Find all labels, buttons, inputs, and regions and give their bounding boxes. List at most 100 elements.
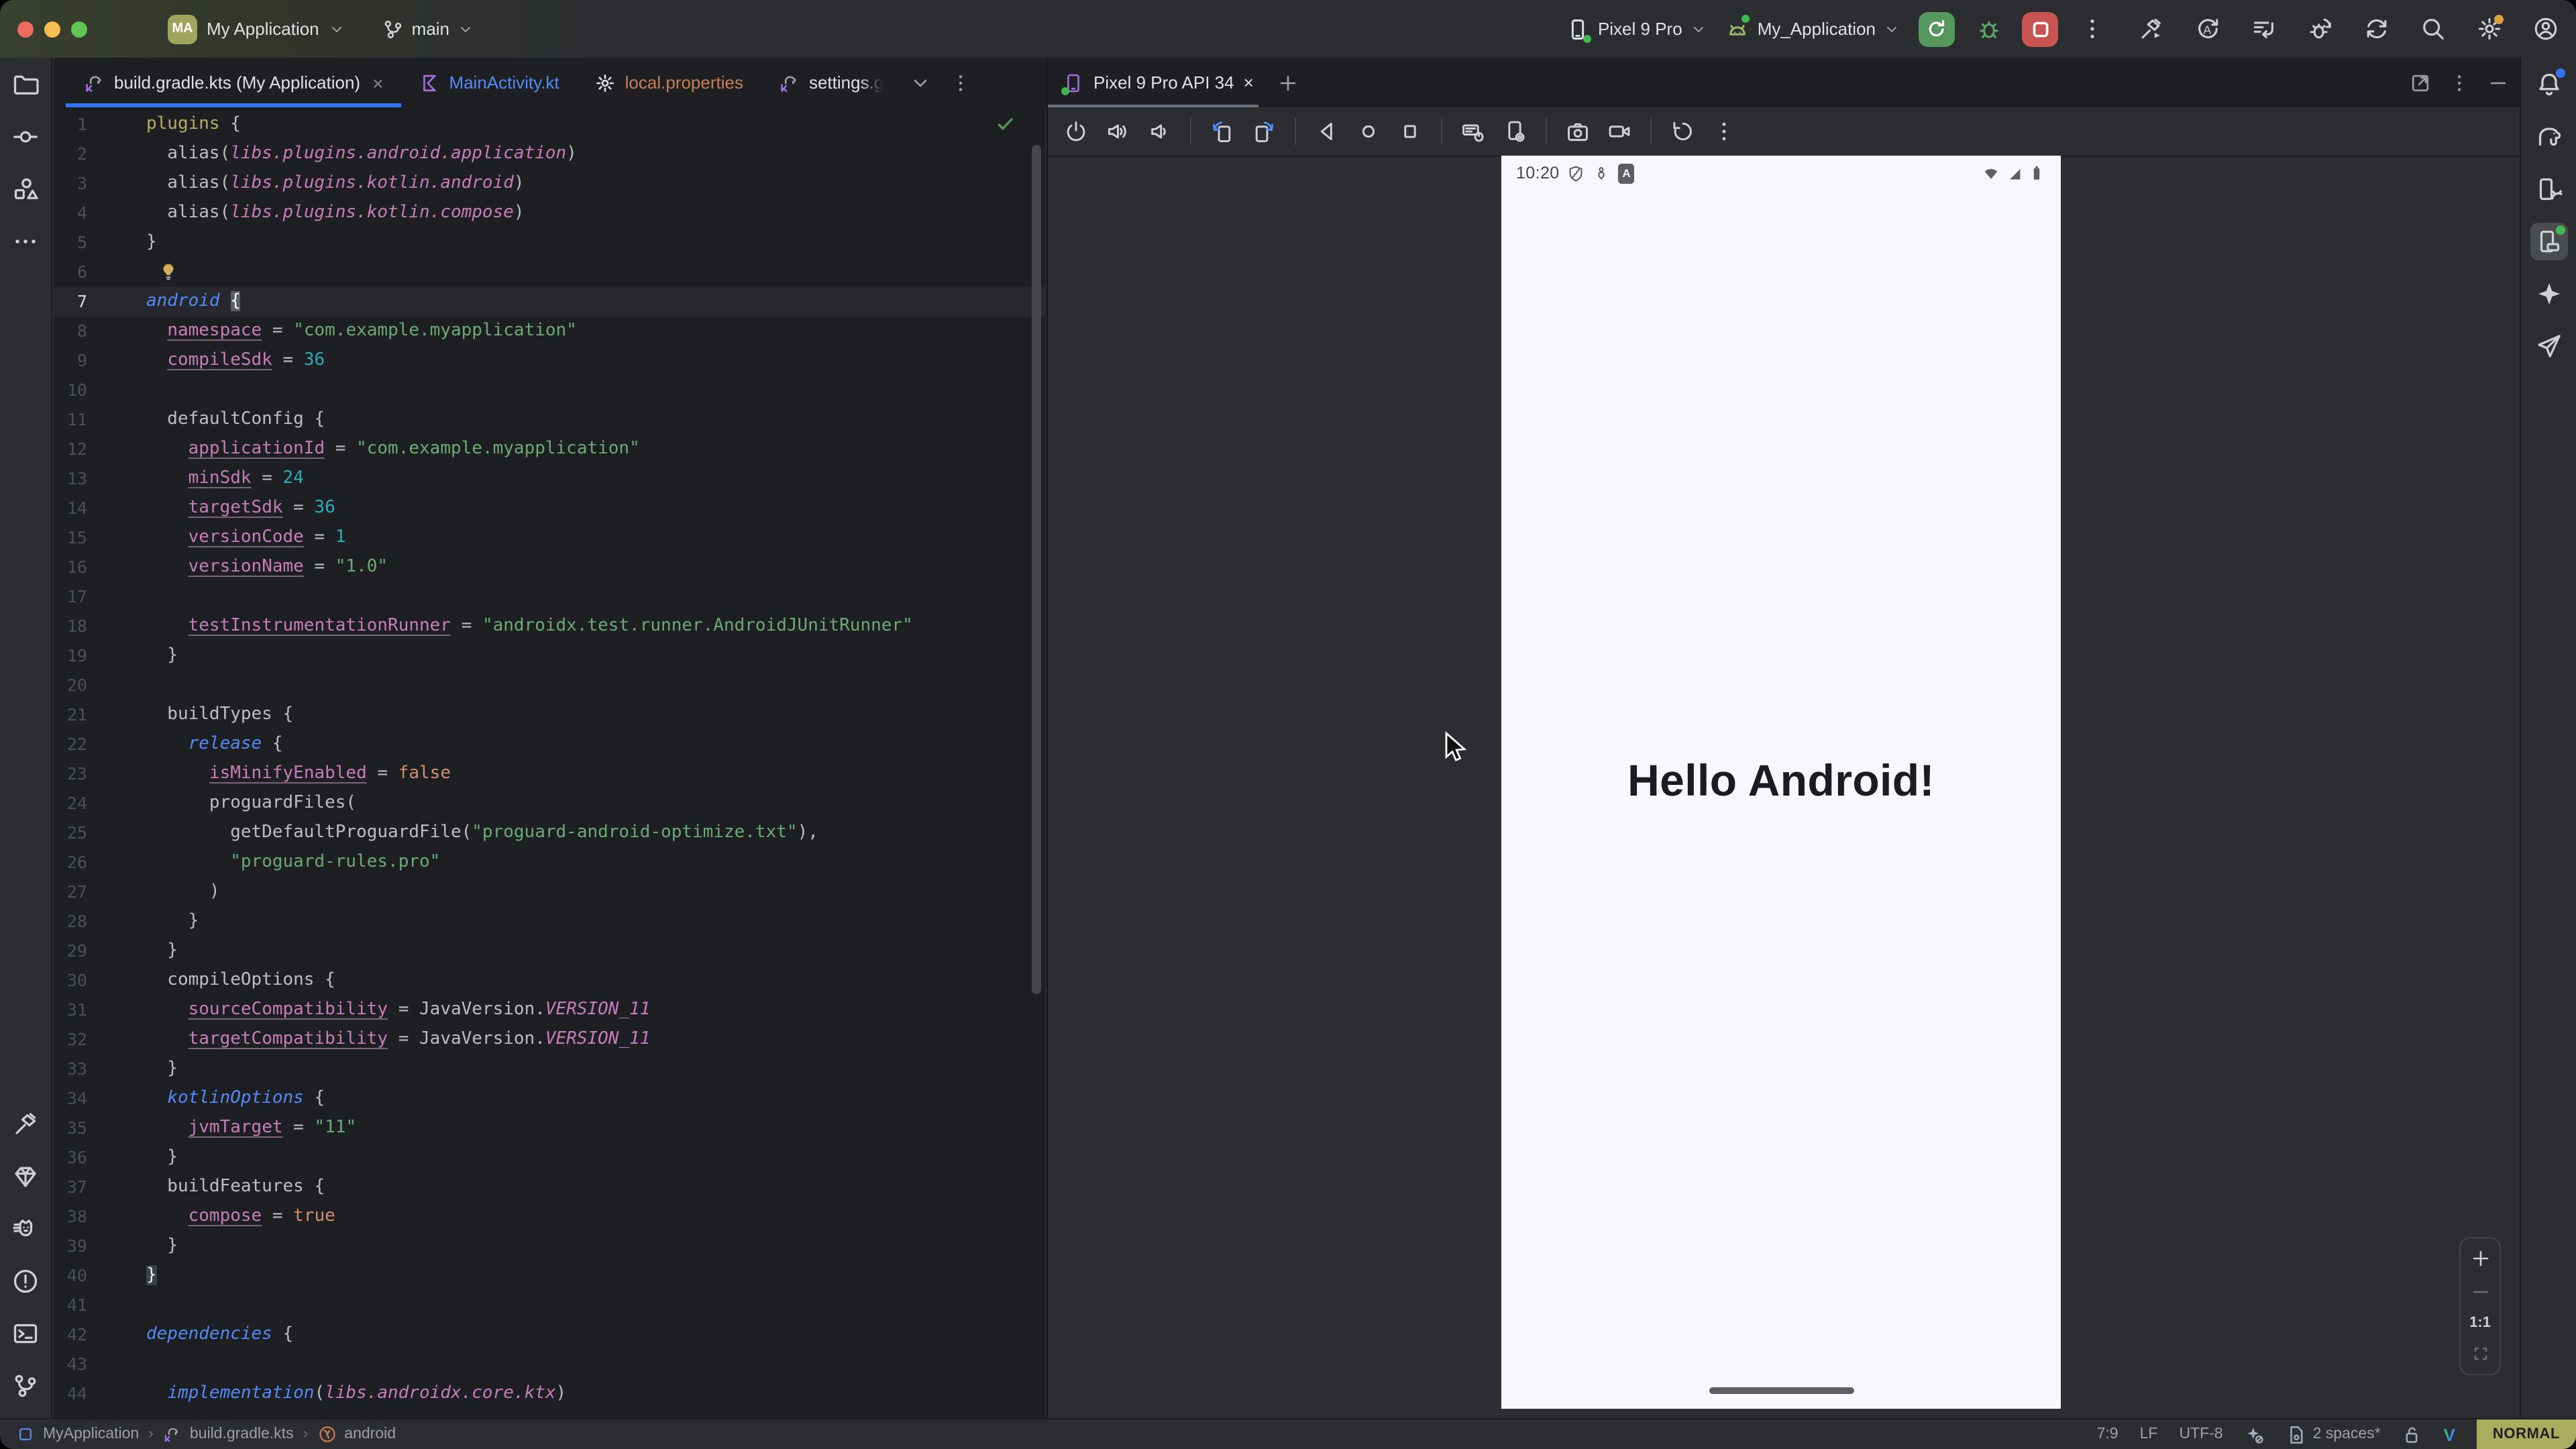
hidden-tabs-icon[interactable] <box>909 72 930 93</box>
code-line[interactable]: 29 } <box>54 936 1045 966</box>
line-number[interactable]: 35 <box>54 1114 146 1143</box>
panel-options-icon[interactable] <box>2449 72 2470 93</box>
ideavim-icon[interactable]: V <box>2444 1424 2455 1444</box>
code-line[interactable]: 26 "proguard-rules.pro" <box>54 848 1045 877</box>
problems-tool-button[interactable] <box>7 1263 44 1300</box>
code-line[interactable]: 3 alias(libs.plugins.kotlin.android) <box>54 169 1045 199</box>
code-line[interactable]: 43 <box>54 1350 1045 1379</box>
code-line[interactable]: 37 buildFeatures { <box>54 1173 1045 1202</box>
line-number[interactable]: 41 <box>54 1291 146 1320</box>
line-number[interactable]: 5 <box>54 228 146 258</box>
plane-tool-button[interactable] <box>2530 327 2567 365</box>
line-number[interactable]: 19 <box>54 641 146 671</box>
line-number[interactable]: 23 <box>54 759 146 789</box>
line-number[interactable]: 15 <box>54 523 146 553</box>
line-number[interactable]: 16 <box>54 553 146 582</box>
code-line[interactable]: 4 alias(libs.plugins.kotlin.compose) <box>54 199 1045 228</box>
open-in-window-icon[interactable] <box>2410 72 2431 93</box>
apply-code-changes-button[interactable] <box>2249 14 2278 44</box>
editor-tab-2[interactable]: MainActivity.kt <box>400 58 576 107</box>
breadcrumb-item[interactable]: android <box>317 1425 396 1444</box>
build-tool-button[interactable] <box>7 1106 44 1143</box>
line-number[interactable]: 2 <box>54 140 146 169</box>
line-number[interactable]: 27 <box>54 877 146 907</box>
line-number[interactable]: 11 <box>54 405 146 435</box>
power-button[interactable] <box>1059 114 1093 149</box>
code-line[interactable]: 35 jvmTarget = "11" <box>54 1114 1045 1143</box>
code-line[interactable]: 17 <box>54 582 1045 612</box>
line-separator[interactable]: LF <box>2140 1426 2158 1442</box>
line-number[interactable]: 32 <box>54 1025 146 1055</box>
line-number[interactable]: 31 <box>54 996 146 1025</box>
intention-bulb-icon[interactable] <box>158 262 178 282</box>
vim-mode-badge[interactable]: NORMAL <box>2477 1419 2576 1449</box>
code-line[interactable]: 23 isMinifyEnabled = false <box>54 759 1045 789</box>
line-number[interactable]: 20 <box>54 671 146 700</box>
line-number[interactable]: 36 <box>54 1143 146 1173</box>
code-line[interactable]: 16 versionName = "1.0" <box>54 553 1045 582</box>
vcs-branch-widget[interactable]: main <box>382 18 474 40</box>
navigation-handle[interactable] <box>1709 1387 1854 1394</box>
code-line[interactable]: 12 applicationId = "com.example.myapplic… <box>54 435 1045 464</box>
code-line[interactable]: 39 } <box>54 1232 1045 1261</box>
build-button[interactable] <box>2136 14 2165 44</box>
line-number[interactable]: 4 <box>54 199 146 228</box>
screenshot-button[interactable] <box>1560 114 1595 149</box>
device-manager-button[interactable] <box>2530 170 2567 208</box>
resource-manager-tool-button[interactable] <box>7 170 44 208</box>
code-line[interactable]: 7android { <box>54 287 1045 317</box>
code-line[interactable]: 36 } <box>54 1143 1045 1173</box>
ai-assistant-status[interactable] <box>2245 1424 2265 1444</box>
line-number[interactable]: 44 <box>54 1379 146 1409</box>
rotate-left-button[interactable] <box>1205 114 1240 149</box>
logcat-tool-button[interactable] <box>7 1210 44 1248</box>
line-number[interactable]: 3 <box>54 169 146 199</box>
code-line[interactable]: 18 testInstrumentationRunner = "androidx… <box>54 612 1045 641</box>
code-line[interactable]: 9 compileSdk = 36 <box>54 346 1045 376</box>
add-device-tab-button[interactable] <box>1278 72 1299 93</box>
line-number[interactable]: 18 <box>54 612 146 641</box>
code-line[interactable]: 20 <box>54 671 1045 700</box>
line-number[interactable]: 21 <box>54 700 146 730</box>
editor-scrollbar[interactable] <box>1032 145 1041 994</box>
run-configuration-selector[interactable]: My_Application <box>1725 17 1900 41</box>
readonly-toggle[interactable] <box>2402 1424 2422 1444</box>
rerun-button[interactable] <box>1919 11 1955 46</box>
device-screen[interactable]: 10:20 A Hello Android! <box>1501 156 2061 1409</box>
indent-style[interactable]: 2 spaces* <box>2286 1424 2381 1444</box>
code-line[interactable]: 33 } <box>54 1055 1045 1084</box>
zoom-1-1-button[interactable]: 1:1 <box>2469 1315 2491 1331</box>
editor-tab-1[interactable]: build.gradle.kts (My Application)× <box>66 58 400 107</box>
version-control-tool-button[interactable] <box>7 1367 44 1405</box>
code-line[interactable]: 32 targetCompatibility = JavaVersion.VER… <box>54 1025 1045 1055</box>
line-number[interactable]: 40 <box>54 1261 146 1291</box>
line-number[interactable]: 26 <box>54 848 146 877</box>
project-widget[interactable]: MA My Application <box>168 14 345 44</box>
stop-button[interactable] <box>2022 11 2058 46</box>
breadcrumb-item[interactable]: MyApplication <box>16 1425 139 1444</box>
code-line[interactable]: 19 } <box>54 641 1045 671</box>
line-number[interactable]: 14 <box>54 494 146 523</box>
maximize-window-button[interactable] <box>71 21 87 37</box>
code-line[interactable]: 31 sourceCompatibility = JavaVersion.VER… <box>54 996 1045 1025</box>
line-number[interactable]: 17 <box>54 582 146 612</box>
line-number[interactable]: 13 <box>54 464 146 494</box>
code-line[interactable]: 10 <box>54 376 1045 405</box>
debug-button[interactable] <box>1974 14 2003 44</box>
running-devices-button[interactable] <box>2530 223 2567 260</box>
close-tab-icon[interactable]: × <box>372 72 383 93</box>
zoom-out-button[interactable] <box>2469 1281 2491 1303</box>
code-line[interactable]: 15 versionCode = 1 <box>54 523 1045 553</box>
line-number[interactable]: 29 <box>54 936 146 966</box>
account-button[interactable] <box>2530 14 2560 44</box>
attach-debugger-button[interactable] <box>2305 14 2334 44</box>
device-selector[interactable]: Pixel 9 Pro <box>1566 17 1707 41</box>
line-number[interactable]: 7 <box>54 287 146 317</box>
device-tab[interactable]: Pixel 9 Pro API 34 × <box>1063 58 1259 107</box>
search-everywhere-button[interactable] <box>2418 14 2447 44</box>
screen-record-button[interactable] <box>1602 114 1637 149</box>
line-number[interactable]: 24 <box>54 789 146 818</box>
gem-tool-button[interactable] <box>7 1158 44 1195</box>
caret-position[interactable]: 7:9 <box>2097 1426 2118 1442</box>
device-settings-button[interactable] <box>1497 114 1532 149</box>
